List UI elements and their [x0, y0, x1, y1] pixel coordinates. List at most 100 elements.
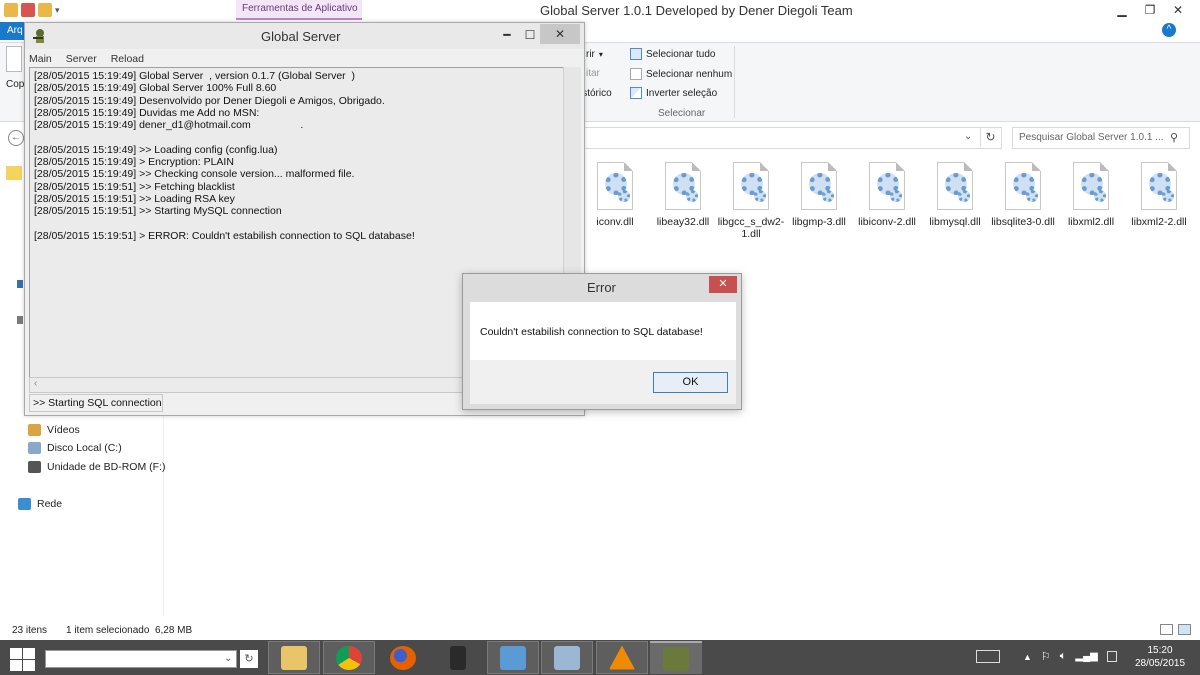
new-folder-icon[interactable] [38, 3, 52, 17]
properties-icon[interactable] [21, 3, 35, 17]
taskbar-app-control-panel[interactable] [487, 641, 539, 674]
file-item[interactable]: libgcc_s_dw2-1.dll [717, 160, 785, 240]
chrome-icon [336, 645, 362, 670]
file-item[interactable]: libmysql.dll [921, 160, 989, 228]
soldier-app-icon [663, 646, 689, 671]
console-title: Global Server [261, 29, 341, 44]
nav-item-local-disk[interactable]: Disco Local (C:) [28, 442, 122, 454]
action-center-flag-icon[interactable]: ⚐ [1041, 650, 1051, 663]
console-close-button[interactable]: ✕ [540, 24, 580, 44]
select-none-button[interactable]: Selecionar nenhum [630, 68, 732, 80]
ribbon-group-label: Selecionar [658, 108, 706, 119]
item-count: 23 itens [12, 625, 48, 636]
taskbar-app-global-server[interactable] [650, 641, 702, 674]
file-item[interactable]: libxml2.dll [1057, 160, 1125, 228]
quick-access-toolbar: ▾ [4, 3, 60, 17]
qat-dropdown-icon[interactable]: ▾ [55, 5, 60, 16]
file-explorer-icon [281, 645, 307, 670]
taskbar-app-vlc[interactable] [596, 641, 648, 674]
taskbar-app-tool[interactable] [432, 641, 484, 674]
select-all-button[interactable]: Selecionar tudo [630, 48, 716, 60]
control-panel-icon [500, 645, 526, 670]
dll-file-icon [1141, 162, 1177, 210]
file-item[interactable]: libeay32.dll [649, 160, 717, 228]
vlc-cone-icon [609, 645, 635, 670]
ribbon-frag-open[interactable]: rir ▾ [586, 49, 603, 60]
nav-fragment-icon [17, 316, 23, 324]
select-none-icon [630, 68, 642, 80]
invert-selection-button[interactable]: Inverter seleção [630, 87, 717, 99]
back-button[interactable]: ← [8, 130, 24, 146]
error-close-button[interactable]: ✕ [709, 276, 737, 293]
file-item[interactable]: iconv.dll [581, 160, 649, 228]
address-bar[interactable] [578, 127, 1002, 149]
file-item[interactable]: libgmp-3.dll [785, 160, 853, 228]
taskbar-app-firefox[interactable] [377, 641, 429, 674]
clock-time: 15:20 [1147, 645, 1173, 656]
taskbar-refresh-icon[interactable]: ↻ [240, 650, 258, 668]
network-tray-icon[interactable] [1106, 651, 1117, 662]
search-input[interactable]: Pesquisar Global Server 1.0.1 ... [1012, 127, 1190, 149]
system-tray: ▲ ⚐ 🔈︎ ▂▄▆ [976, 650, 1117, 663]
dll-file-icon [733, 162, 769, 210]
ok-button[interactable]: OK [653, 372, 728, 393]
search-icon[interactable]: ⚲ [1170, 131, 1178, 144]
menu-main[interactable]: Main [29, 53, 52, 65]
nav-item-bdrom[interactable]: Unidade de BD-ROM (F:) [28, 461, 165, 473]
copy-icon[interactable] [6, 46, 22, 72]
error-message: Couldn't estabilish connection to SQL da… [480, 326, 703, 338]
taskbar-app-monitor[interactable] [541, 641, 593, 674]
address-dropdown-icon[interactable]: ⌄ [964, 131, 972, 142]
start-button[interactable] [8, 645, 36, 671]
file-item[interactable]: libiconv-2.dll [853, 160, 921, 228]
details-view-icon[interactable] [1160, 624, 1173, 635]
monitor-icon [554, 645, 580, 670]
taskbar-address-input[interactable]: ⌄ [45, 650, 237, 668]
signal-icon[interactable]: ▂▄▆ [1075, 651, 1097, 662]
keyboard-icon[interactable] [976, 650, 1000, 663]
error-dialog: Error ✕ Couldn't estabilish connection t… [462, 273, 742, 410]
refresh-button[interactable]: ↻ [980, 128, 1000, 147]
ribbon-separator [734, 46, 735, 118]
taskbar-app-explorer[interactable] [268, 641, 320, 674]
error-dialog-title: Error [587, 280, 616, 295]
videos-folder-icon [28, 424, 41, 436]
close-button[interactable]: ✕ [1164, 1, 1192, 19]
toolbox-icon [450, 645, 466, 670]
invert-selection-icon [630, 87, 642, 99]
console-minimize-button[interactable]: ━ [495, 25, 519, 45]
hard-drive-icon [28, 442, 41, 454]
nav-divider [163, 416, 164, 616]
file-item[interactable]: libxml2-2.dll [1125, 160, 1193, 228]
menu-reload[interactable]: Reload [111, 53, 144, 65]
copy-label: Cop [6, 79, 25, 90]
windows-logo-icon [10, 648, 22, 659]
folder-icon[interactable] [4, 3, 18, 17]
select-all-icon [630, 48, 642, 60]
taskbar-app-chrome[interactable] [323, 641, 375, 674]
nav-item-videos[interactable]: Vídeos [28, 424, 80, 436]
file-item[interactable]: libsqlite3-0.dll [989, 160, 1057, 228]
volume-icon[interactable]: 🔈︎ [1060, 650, 1067, 663]
console-maximize-button[interactable]: ☐ [518, 25, 542, 45]
menu-server[interactable]: Server [66, 53, 97, 65]
dll-file-icon [801, 162, 837, 210]
console-status: >> Starting SQL connection [29, 394, 163, 412]
nav-fragment-icon [17, 280, 23, 288]
clock[interactable]: 15:20 28/05/2015 [1130, 644, 1190, 670]
ribbon-frag-edit[interactable]: itar [586, 68, 600, 79]
dll-file-icon [937, 162, 973, 210]
minimize-button[interactable]: ▁ [1108, 1, 1136, 19]
favorites-icon[interactable] [6, 166, 22, 180]
explorer-window-title: Global Server 1.0.1 Developed by Dener D… [540, 3, 853, 18]
nav-item-network[interactable]: Rede [18, 498, 62, 510]
dll-file-icon [597, 162, 633, 210]
large-icons-view-icon[interactable] [1178, 624, 1191, 635]
context-tab-app-tools[interactable]: Ferramentas de Aplicativo [236, 0, 362, 20]
bdrom-drive-icon [28, 461, 41, 473]
help-icon[interactable]: ^ [1162, 23, 1176, 37]
tray-expand-icon[interactable]: ▲ [1023, 652, 1032, 662]
maximize-button[interactable]: ❐ [1136, 1, 1164, 19]
dll-file-icon [869, 162, 905, 210]
app-soldier-icon[interactable] [31, 27, 49, 45]
